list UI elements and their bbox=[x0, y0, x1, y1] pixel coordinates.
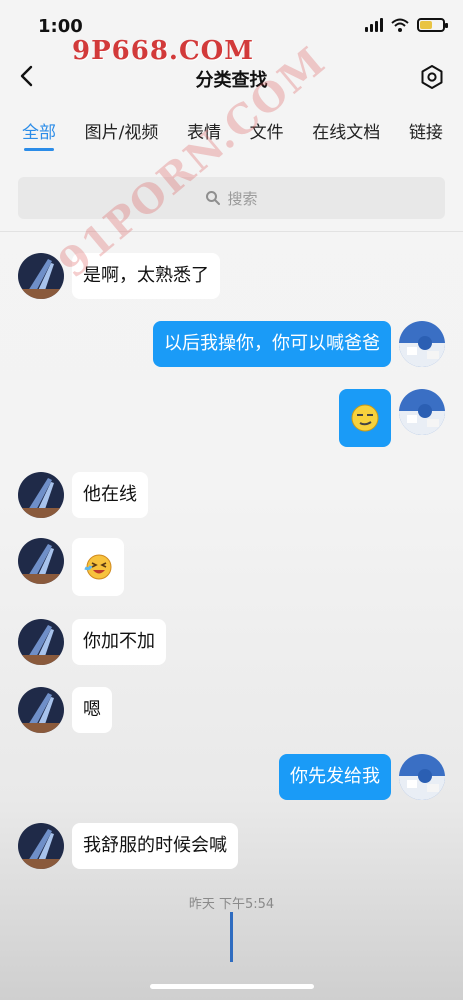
message-row: 嗯 bbox=[18, 687, 112, 733]
message-bubble[interactable]: 你先发给我 bbox=[279, 754, 391, 800]
message-timestamp: 昨天 下午5:54 bbox=[188, 897, 275, 912]
status-time: 1:00 bbox=[38, 16, 83, 37]
search-input[interactable]: 搜索 bbox=[18, 177, 445, 219]
user-avatar[interactable] bbox=[399, 389, 445, 435]
message-row: 他在线 bbox=[18, 472, 148, 518]
message-row bbox=[339, 389, 445, 447]
page-title: 分类查找 bbox=[195, 70, 268, 91]
message-bubble[interactable]: 我舒服的时候会喊 bbox=[72, 823, 238, 869]
message-bubble[interactable]: 嗯 bbox=[72, 687, 112, 733]
contact-avatar[interactable] bbox=[18, 619, 64, 665]
scroll-indicator bbox=[230, 912, 233, 962]
tab-all[interactable]: 全部 bbox=[22, 118, 56, 158]
message-row: 你先发给我 bbox=[279, 754, 445, 800]
home-indicator[interactable] bbox=[150, 984, 314, 989]
message-row bbox=[18, 538, 124, 596]
message-row: 是啊，太熟悉了 bbox=[18, 253, 220, 299]
message-row: 以后我操你，你可以喊爸爸 bbox=[153, 321, 445, 367]
laugh-cry-emoji-icon bbox=[84, 554, 112, 580]
wifi-icon bbox=[391, 18, 409, 32]
search-icon bbox=[206, 191, 221, 205]
contact-avatar[interactable] bbox=[18, 823, 64, 869]
tab-online-docs[interactable]: 在线文档 bbox=[312, 118, 380, 158]
settings-icon[interactable] bbox=[419, 64, 445, 90]
navigation-bar: 分类查找 bbox=[0, 56, 463, 100]
search-placeholder: 搜索 bbox=[227, 189, 258, 208]
contact-avatar[interactable] bbox=[18, 472, 64, 518]
message-row: 我舒服的时候会喊 bbox=[18, 823, 238, 869]
cellular-signal-icon bbox=[365, 18, 383, 32]
message-bubble[interactable]: 他在线 bbox=[72, 472, 148, 518]
message-bubble[interactable]: 以后我操你，你可以喊爸爸 bbox=[153, 321, 391, 367]
tab-images-videos[interactable]: 图片/视频 bbox=[85, 118, 159, 158]
message-bubble[interactable] bbox=[339, 389, 391, 447]
divider bbox=[0, 231, 463, 232]
message-row: 你加不加 bbox=[18, 619, 166, 665]
message-bubble[interactable] bbox=[72, 538, 124, 596]
message-bubble[interactable]: 你加不加 bbox=[72, 619, 166, 665]
status-icons bbox=[365, 18, 448, 32]
user-avatar[interactable] bbox=[399, 754, 445, 800]
user-avatar[interactable] bbox=[399, 321, 445, 367]
chat-history-search-screen: 1:00 9P668.COM 分类查找 全部 图片/视频 表情 文件 在线文档 … bbox=[0, 0, 463, 1000]
contact-avatar[interactable] bbox=[18, 687, 64, 733]
tab-links[interactable]: 链接 bbox=[409, 118, 443, 158]
smirk-emoji-icon bbox=[351, 404, 379, 432]
contact-avatar[interactable] bbox=[18, 538, 64, 584]
battery-icon bbox=[417, 18, 448, 32]
